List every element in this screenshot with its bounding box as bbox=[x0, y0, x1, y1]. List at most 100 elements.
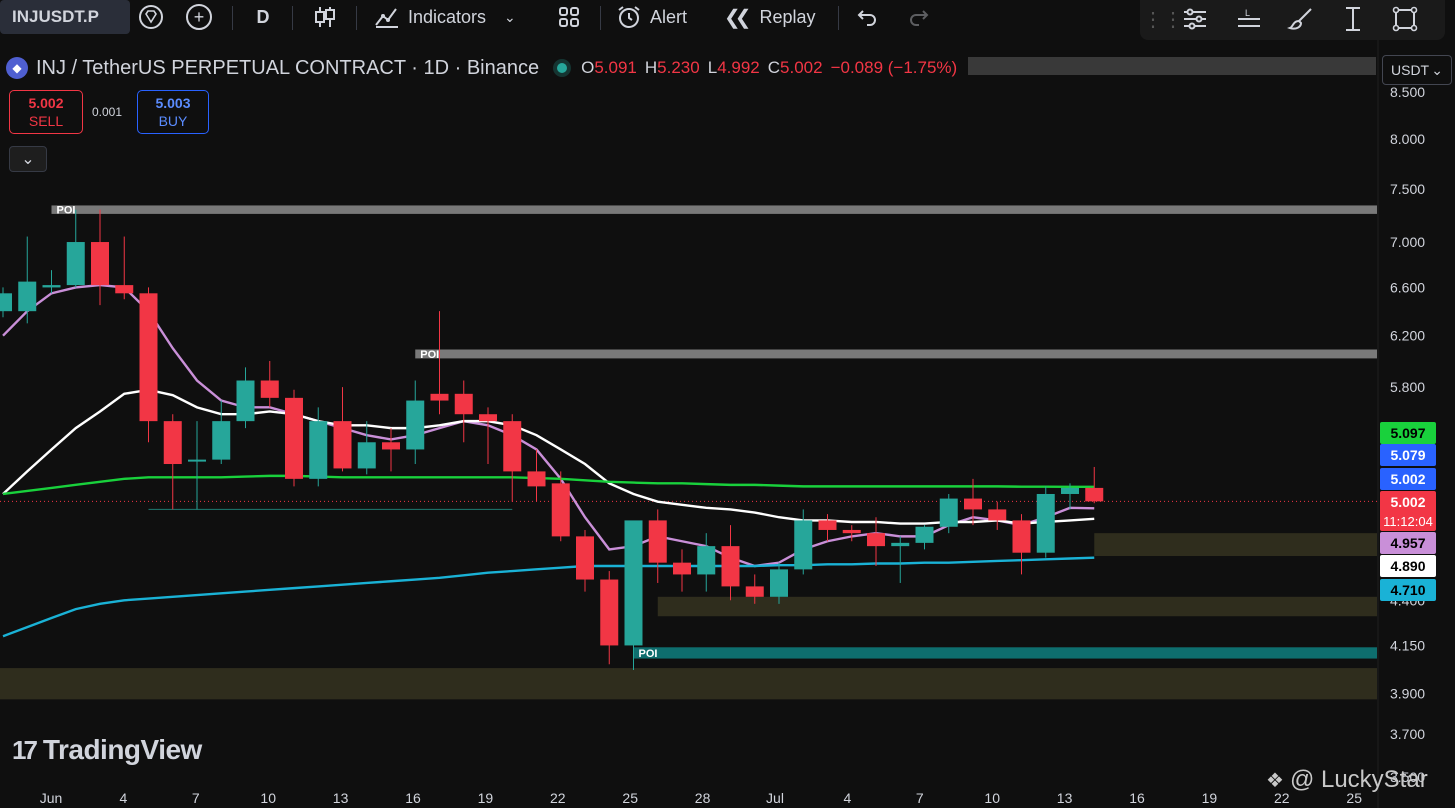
price-label-text: 4.890 bbox=[1390, 558, 1425, 574]
candle-body bbox=[1061, 487, 1079, 494]
candle-body bbox=[1012, 520, 1031, 553]
candle-body bbox=[915, 526, 934, 543]
candle-body bbox=[770, 569, 788, 597]
candle-body bbox=[818, 520, 837, 530]
price-chart[interactable]: 8.5008.0007.5007.0006.6006.2005.8004.400… bbox=[0, 0, 1455, 808]
top-toolbar: INJUSDT.P + D Indicators ⌄ Alert ❮❮ Repl… bbox=[0, 0, 1455, 40]
countdown-label-text: 11:12:04 bbox=[1383, 514, 1433, 529]
buy-price: 5.003 bbox=[155, 95, 191, 111]
legend-highlight bbox=[968, 57, 1376, 75]
redo-icon[interactable] bbox=[904, 0, 934, 34]
alert-button[interactable]: Alert bbox=[616, 0, 706, 34]
x-tick-label: 16 bbox=[405, 790, 421, 806]
price-label-text: 4.710 bbox=[1390, 582, 1425, 598]
rewind-icon: ❮❮ bbox=[724, 6, 751, 29]
indicators-button[interactable]: Indicators ⌄ bbox=[374, 0, 544, 34]
currency-select[interactable]: USDT ⌄ bbox=[1382, 55, 1452, 85]
sell-price: 5.002 bbox=[28, 95, 64, 111]
layouts-grid-icon[interactable] bbox=[554, 0, 584, 34]
x-tick-label: 7 bbox=[192, 790, 200, 806]
favorite-icon[interactable] bbox=[134, 0, 168, 34]
candle-body bbox=[333, 421, 352, 469]
candle-body bbox=[309, 421, 328, 479]
y-tick-label: 6.200 bbox=[1390, 328, 1425, 344]
watermark-text: TradingView bbox=[42, 734, 202, 765]
zone-box bbox=[1094, 533, 1377, 557]
candle-body bbox=[139, 293, 158, 422]
candle-body bbox=[1085, 487, 1104, 502]
low-value: 4.992 bbox=[717, 58, 760, 77]
y-tick-label: 8.500 bbox=[1390, 84, 1425, 100]
candle-body bbox=[1036, 493, 1055, 553]
candle-body bbox=[624, 520, 643, 646]
candle-body bbox=[673, 562, 691, 575]
zone-box bbox=[0, 668, 1377, 700]
close-value: 5.002 bbox=[780, 58, 823, 77]
zone-label: POI bbox=[639, 648, 658, 660]
x-tick-label: 7 bbox=[916, 790, 924, 806]
author-credit-text: @ LuckyStar bbox=[1289, 766, 1428, 793]
compare-symbol-icon[interactable]: + bbox=[184, 0, 214, 34]
candle-body bbox=[600, 579, 619, 646]
candle-body bbox=[260, 380, 279, 398]
brush-icon[interactable] bbox=[1286, 6, 1316, 32]
change-value: −0.089 (−1.75%) bbox=[830, 58, 958, 77]
candle-body bbox=[648, 520, 667, 563]
legend-title[interactable]: INJ / TetherUS PERPETUAL CONTRACT · 1D ·… bbox=[36, 57, 539, 80]
buy-button[interactable]: 5.003 BUY bbox=[137, 90, 209, 134]
candle-body bbox=[794, 520, 813, 570]
toolbar-divider bbox=[356, 6, 357, 30]
currency-label: USDT bbox=[1391, 62, 1430, 78]
toolbar-divider bbox=[232, 6, 233, 30]
candle bbox=[285, 389, 303, 487]
candle-body bbox=[430, 393, 449, 401]
undo-icon[interactable] bbox=[852, 0, 882, 34]
x-tick-label: 13 bbox=[1057, 790, 1073, 806]
chevron-down-icon: ⌄ bbox=[1431, 61, 1443, 78]
candle-body bbox=[867, 533, 885, 547]
tradingview-logo-icon: 17 bbox=[12, 734, 38, 765]
svg-text:L: L bbox=[1245, 8, 1250, 18]
vertical-measure-icon[interactable] bbox=[1338, 6, 1368, 32]
candle-body bbox=[115, 285, 134, 294]
horizontal-level-icon[interactable]: L bbox=[1234, 6, 1264, 32]
sell-button[interactable]: 5.002 SELL bbox=[9, 90, 83, 134]
alarm-clock-icon bbox=[618, 6, 640, 28]
candlestick-chart-type-icon[interactable] bbox=[310, 0, 340, 34]
chart-legend: ◆ INJ / TetherUS PERPETUAL CONTRACT · 1D… bbox=[6, 55, 965, 81]
x-tick-label: 10 bbox=[984, 790, 1000, 806]
replay-button[interactable]: ❮❮ Replay bbox=[724, 0, 824, 34]
candle-body bbox=[285, 397, 303, 479]
chevron-down-icon: ⌄ bbox=[21, 151, 35, 168]
candle-body bbox=[0, 293, 12, 312]
drag-handle-icon[interactable]: ⋮⋮ bbox=[1143, 6, 1183, 32]
y-tick-label: 3.700 bbox=[1390, 726, 1425, 742]
candle-body bbox=[939, 498, 958, 527]
symbol-search-button[interactable]: INJUSDT.P bbox=[0, 0, 130, 34]
indicators-label: Indicators bbox=[408, 6, 487, 27]
zone-label: POI bbox=[420, 349, 439, 361]
y-tick-label: 3.900 bbox=[1390, 685, 1425, 701]
collapse-legend-button[interactable]: ⌄ bbox=[9, 146, 47, 172]
candle-body bbox=[745, 586, 764, 597]
candle-body bbox=[91, 242, 109, 286]
x-tick-label: Jun bbox=[40, 790, 63, 806]
candle-body bbox=[382, 442, 400, 450]
price-label-text: 5.002 bbox=[1390, 494, 1425, 510]
candle-body bbox=[503, 421, 522, 472]
interval-button[interactable]: D bbox=[248, 0, 278, 34]
x-tick-label: 19 bbox=[1202, 790, 1218, 806]
candle-body bbox=[576, 536, 594, 580]
buy-label: BUY bbox=[158, 113, 188, 129]
toolbar-divider bbox=[600, 6, 601, 30]
y-tick-label: 5.800 bbox=[1390, 379, 1425, 395]
candle-body bbox=[163, 421, 182, 465]
x-tick-label: 4 bbox=[844, 790, 852, 806]
market-open-dot-icon bbox=[557, 63, 568, 73]
rectangle-tool-icon[interactable] bbox=[1390, 6, 1420, 32]
candle-body bbox=[66, 242, 85, 286]
zone-label: POI bbox=[57, 205, 76, 217]
settings-lines-icon[interactable] bbox=[1180, 6, 1210, 32]
x-tick-label: 4 bbox=[120, 790, 128, 806]
x-tick-label: 19 bbox=[478, 790, 494, 806]
